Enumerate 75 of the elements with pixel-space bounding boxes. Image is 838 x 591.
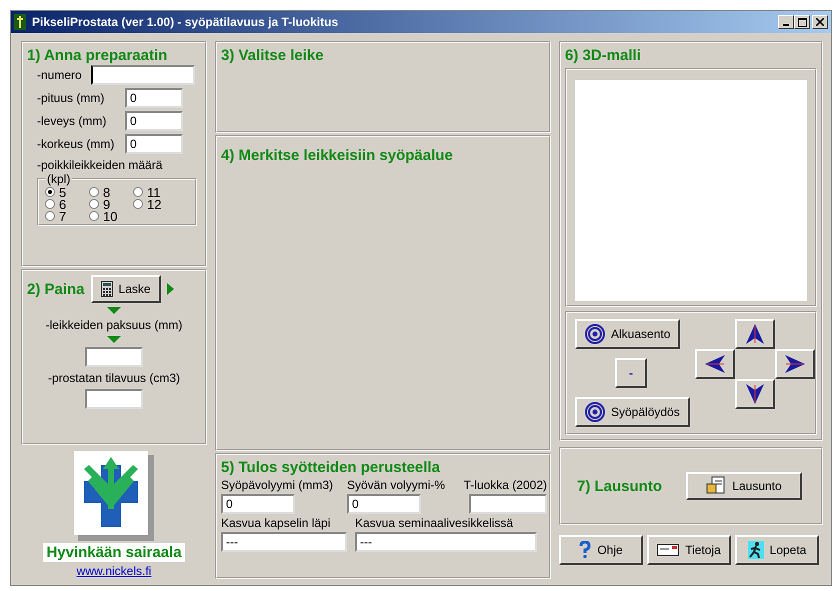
calculate-button[interactable]: Laske bbox=[90, 275, 161, 303]
maximize-icon bbox=[798, 18, 806, 26]
field-label: Syövän volyymi-% bbox=[347, 478, 446, 492]
output-field[interactable]: 0 bbox=[347, 494, 421, 514]
section-heading: 6) 3D-malli bbox=[565, 47, 642, 64]
down-button[interactable] bbox=[735, 379, 775, 409]
right-button[interactable] bbox=[775, 349, 815, 379]
website-link[interactable]: www.nickels.fi bbox=[76, 564, 152, 578]
input-field[interactable]: 0 bbox=[125, 111, 183, 131]
radio-option[interactable]: 9 bbox=[89, 198, 133, 210]
input-field[interactable] bbox=[85, 347, 143, 367]
spiral-icon bbox=[585, 402, 605, 422]
up-button[interactable] bbox=[735, 319, 775, 349]
toolbar-button[interactable]: Lopeta bbox=[735, 535, 819, 565]
field-label: -leikkeiden paksuus (mm) bbox=[46, 318, 182, 332]
triangle-icon bbox=[107, 307, 121, 314]
group-label: (kpl) bbox=[46, 172, 72, 186]
output-field[interactable]: 0 bbox=[221, 494, 295, 514]
question-icon bbox=[579, 541, 592, 559]
close-icon bbox=[816, 18, 824, 26]
section-heading: 7) Lausunto bbox=[577, 478, 662, 494]
arrow-icon bbox=[745, 383, 765, 405]
minus-button[interactable]: - bbox=[615, 358, 647, 388]
field-label: -poikkileikkeiden määrä bbox=[37, 158, 162, 172]
arrow-icon bbox=[705, 353, 725, 375]
close-button[interactable] bbox=[812, 15, 828, 29]
minimize-button[interactable] bbox=[778, 15, 794, 29]
output-field[interactable]: --- bbox=[221, 532, 347, 552]
card-icon bbox=[657, 544, 680, 556]
radio-option[interactable]: 12 bbox=[133, 198, 177, 210]
field-label: T-luokka (2002) bbox=[464, 478, 547, 492]
field-label: -korkeus (mm) bbox=[37, 137, 116, 151]
output-field[interactable] bbox=[469, 494, 547, 514]
radio-option[interactable]: 10 bbox=[89, 210, 133, 222]
radio-option[interactable]: 5 bbox=[45, 186, 89, 198]
field-label: Kasvua seminaalivesikkelissä bbox=[355, 516, 514, 530]
section-heading: 5) Tulos syötteiden perusteella bbox=[221, 459, 441, 476]
hospital-logo-icon bbox=[74, 451, 154, 541]
calculator-icon bbox=[100, 281, 113, 297]
radio-option[interactable]: 7 bbox=[45, 210, 89, 222]
triangle-icon bbox=[166, 283, 174, 295]
input-field[interactable] bbox=[91, 65, 195, 85]
field-label: -pituus (mm) bbox=[37, 91, 106, 105]
window-title: PikseliProstata (ver 1.00) - syöpätilavuus ja T-luokitus bbox=[32, 15, 338, 29]
radio-option[interactable]: 6 bbox=[45, 198, 89, 210]
toolbar-button[interactable]: Ohje bbox=[559, 535, 643, 565]
output-field[interactable]: --- bbox=[355, 532, 537, 552]
input-field[interactable]: 0 bbox=[125, 88, 183, 108]
document-icon bbox=[706, 476, 726, 496]
field-label: -leveys (mm) bbox=[37, 114, 108, 128]
toolbar-button[interactable]: Tietoja bbox=[647, 535, 731, 565]
finding-button[interactable]: Syöpälöydös bbox=[575, 397, 690, 427]
section-heading: 2) Paina bbox=[27, 280, 85, 298]
arrow-icon bbox=[785, 353, 805, 375]
radio-option[interactable]: 8 bbox=[89, 186, 133, 198]
input-field[interactable] bbox=[85, 389, 143, 409]
input-field[interactable]: 0 bbox=[125, 134, 183, 154]
spiral-icon bbox=[585, 324, 605, 344]
left-button[interactable] bbox=[695, 349, 735, 379]
section-heading: 1) Anna preparaatin bbox=[27, 47, 168, 64]
reset-button[interactable]: Alkuasento bbox=[575, 319, 680, 349]
runner-icon bbox=[748, 541, 764, 559]
field-label: Syöpävolyymi (mm3) bbox=[221, 478, 334, 492]
field-label: -prostatan tilavuus (cm3) bbox=[48, 371, 180, 385]
maximize-button[interactable] bbox=[794, 15, 810, 29]
section-heading: 3) Valitse leike bbox=[221, 47, 325, 64]
hospital-name: Hyvinkään sairaala bbox=[43, 543, 185, 562]
app-icon bbox=[14, 14, 26, 30]
section-heading: 4) Merkitse leikkeisiin syöpäalue bbox=[221, 147, 454, 164]
radio-option[interactable]: 11 bbox=[133, 186, 177, 198]
field-label: Kasvua kapselin läpi bbox=[221, 516, 330, 530]
field-label: -numero bbox=[37, 68, 83, 82]
triangle-icon bbox=[107, 336, 121, 343]
report-button[interactable]: Lausunto bbox=[686, 472, 802, 500]
arrow-icon bbox=[745, 323, 765, 345]
